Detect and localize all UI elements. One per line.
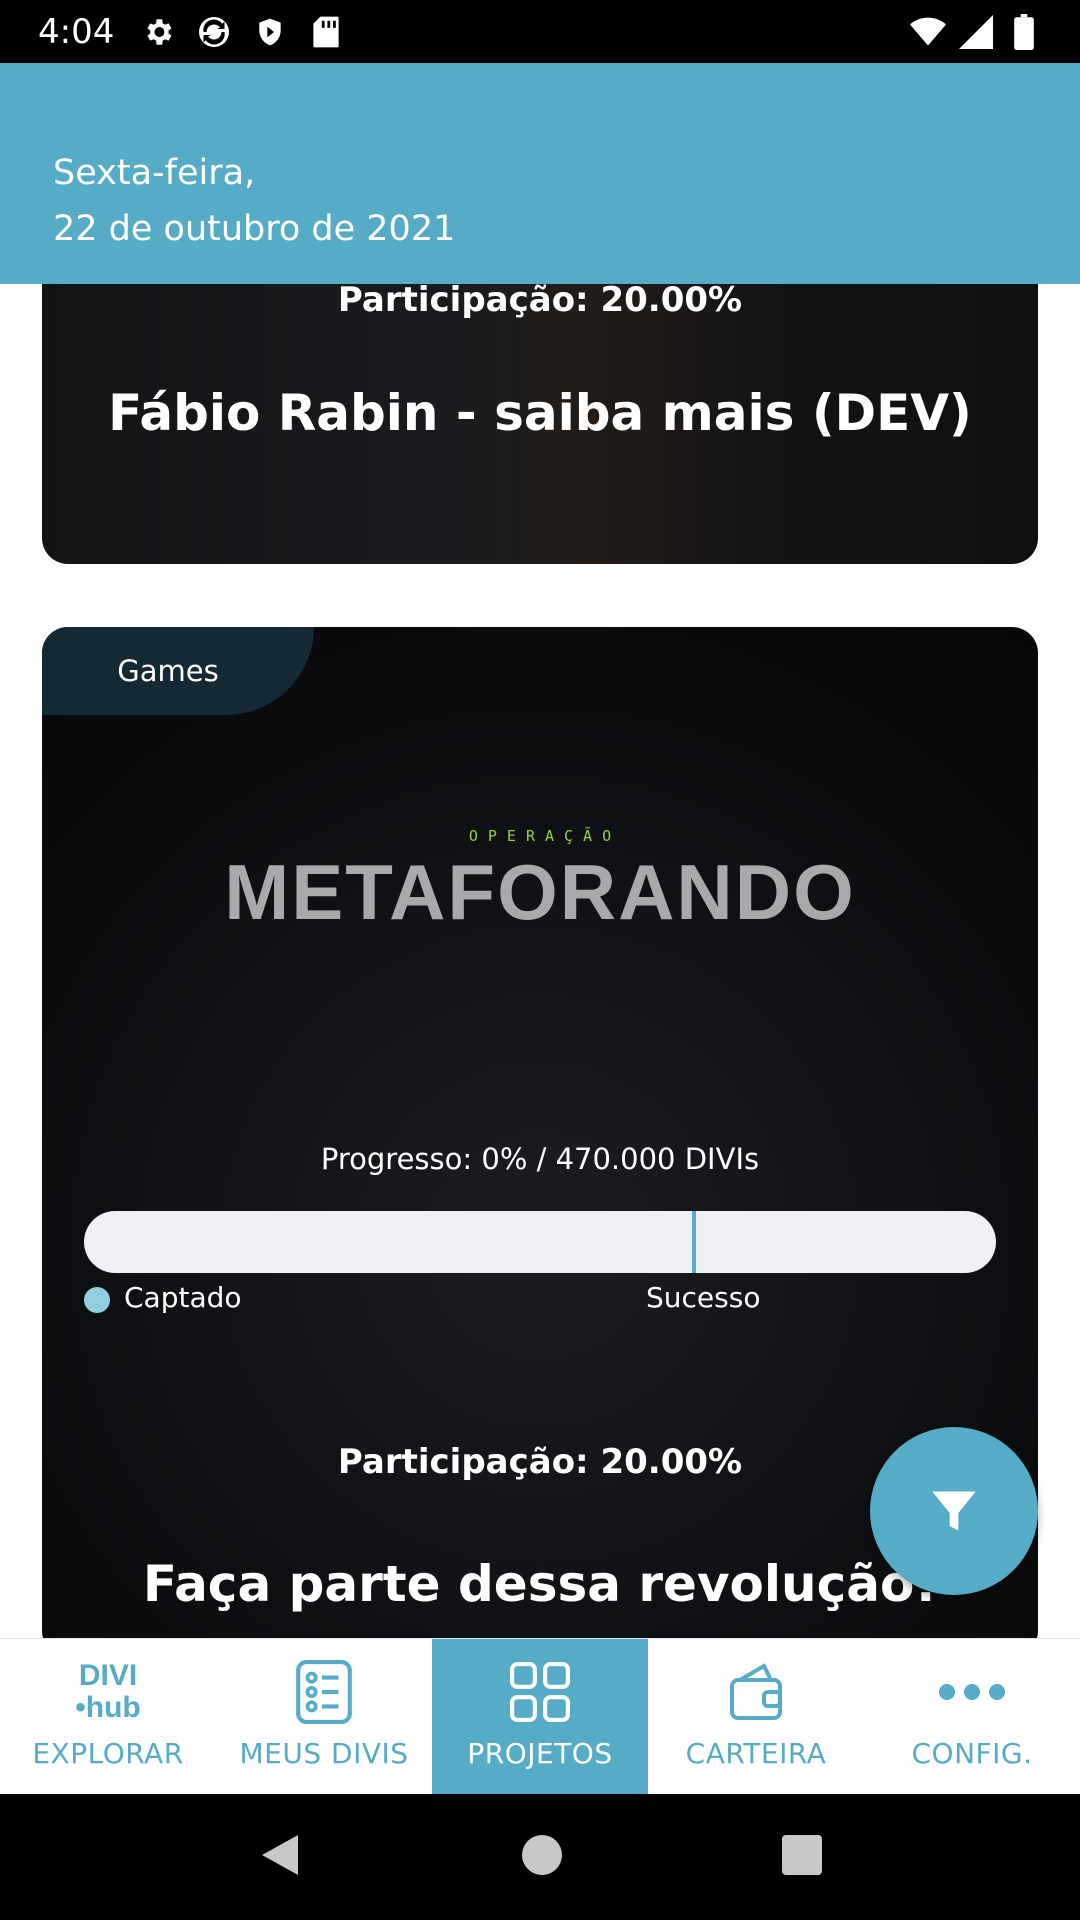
project-card[interactable]: Participação: 20.00% Fábio Rabin - saiba… xyxy=(42,284,1038,564)
back-icon[interactable] xyxy=(258,1831,302,1883)
banner-title: METAFORANDO xyxy=(224,848,856,936)
status-time: 4:04 xyxy=(38,11,115,52)
battery-icon xyxy=(1006,13,1042,50)
wallet-icon xyxy=(728,1659,784,1725)
header: Sexta-feira, 22 de outubro de 2021 xyxy=(0,63,1080,285)
nav-meus-divis[interactable]: MEUS DIVIS xyxy=(216,1639,432,1794)
nav-label: MEUS DIVIS xyxy=(239,1737,409,1770)
filter-icon xyxy=(932,1491,976,1531)
date-weekday: Sexta-feira, xyxy=(53,153,256,193)
category-tag: Games xyxy=(42,627,314,715)
nav-projetos[interactable]: PROJETOS xyxy=(432,1639,648,1794)
participation-text: Participação: 20.00% xyxy=(337,284,743,320)
grid-icon xyxy=(509,1659,571,1725)
nav-label: CARTEIRA xyxy=(685,1737,827,1770)
sd-card-icon xyxy=(308,14,344,50)
project-title: Fábio Rabin - saiba mais (DEV) xyxy=(108,384,972,442)
success-marker xyxy=(692,1211,696,1273)
bottom-navigation: DIVI •hub EXPLORAR MEUS DIVIS PROJETOS C… xyxy=(0,1638,1080,1794)
settings-icon xyxy=(140,14,176,50)
more-dots-icon xyxy=(937,1659,1007,1725)
progress-label: Progresso: 0% / 470.000 DIVIs xyxy=(320,1142,760,1176)
nav-explorar[interactable]: DIVI •hub EXPLORAR xyxy=(0,1639,216,1794)
status-bar: 4:04 xyxy=(0,0,1080,63)
logo-line1: DIVI xyxy=(78,1659,138,1692)
nav-config[interactable]: CONFIG. xyxy=(864,1639,1080,1794)
filter-button[interactable] xyxy=(870,1427,1038,1595)
captado-dot xyxy=(84,1287,110,1313)
recents-icon[interactable] xyxy=(782,1835,822,1879)
progress-bar xyxy=(84,1211,996,1273)
nav-label: CONFIG. xyxy=(911,1737,1033,1770)
system-navigation xyxy=(0,1794,1080,1920)
nav-label: PROJETOS xyxy=(467,1737,613,1770)
progress-legend: Captado Sucesso xyxy=(84,1279,996,1319)
project-banner: OPERAÇÃO METAFORANDO xyxy=(42,827,1038,938)
date-full: 22 de outubro de 2021 xyxy=(53,209,456,249)
logo-line2: •hub xyxy=(75,1691,141,1724)
shield-play-icon xyxy=(252,14,288,50)
nav-label: EXPLORAR xyxy=(32,1737,184,1770)
wifi-icon xyxy=(910,14,946,50)
header-date: Sexta-feira, 22 de outubro de 2021 xyxy=(53,145,455,257)
nav-carteira[interactable]: CARTEIRA xyxy=(648,1639,864,1794)
legend-captado: Captado xyxy=(124,1281,242,1314)
divihub-logo-icon: DIVI •hub xyxy=(75,1659,140,1725)
legend-sucesso: Sucesso xyxy=(646,1281,761,1314)
banner-subtitle: OPERAÇÃO xyxy=(468,827,622,845)
list-icon xyxy=(295,1659,353,1725)
signal-icon xyxy=(958,14,994,50)
sync-icon xyxy=(196,14,232,50)
home-icon[interactable] xyxy=(522,1835,562,1879)
